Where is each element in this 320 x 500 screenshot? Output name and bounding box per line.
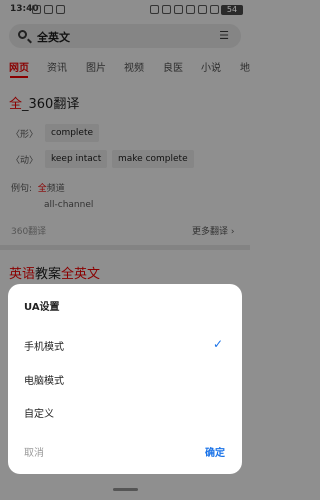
more-translations-link[interactable]: 更多翻译 › — [192, 224, 234, 237]
tab-video[interactable]: 视频 — [124, 59, 144, 74]
search-icon[interactable] — [18, 30, 27, 39]
option-custom[interactable]: 自定义 — [24, 405, 54, 420]
tab-web[interactable]: 网页 — [9, 59, 29, 74]
divider — [0, 245, 250, 250]
tab-images[interactable]: 图片 — [86, 59, 106, 74]
tab-novels[interactable]: 小说 — [201, 59, 221, 74]
check-icon: ✓ — [213, 337, 224, 351]
example-sentence: 例句: 全频道 — [11, 184, 65, 194]
search-input[interactable]: 全英文 — [37, 29, 70, 45]
tab-map[interactable]: 地 — [240, 59, 250, 74]
bluetooth-icon — [174, 5, 183, 14]
tab-underline — [10, 76, 28, 78]
sheet-title: UA设置 — [24, 302, 60, 313]
notification-icon — [32, 5, 41, 14]
tab-doctor[interactable]: 良医 — [163, 59, 183, 74]
result-title[interactable]: 全_360翻译 — [9, 93, 79, 112]
result-title[interactable]: 英语教案全英文 — [9, 263, 100, 282]
cancel-button[interactable]: 取消 — [24, 444, 44, 459]
notification-icon — [56, 5, 65, 14]
source-label: 360翻译 — [11, 227, 47, 237]
pos-label: 〈动〉 — [11, 156, 39, 166]
translation-chip[interactable]: keep intact — [45, 150, 108, 168]
home-indicator[interactable] — [113, 488, 138, 491]
translation-chip[interactable]: make complete — [112, 150, 194, 168]
confirm-button[interactable]: 确定 — [205, 444, 225, 459]
status-bar: 13:40 54 — [0, 0, 250, 20]
data-icon — [210, 5, 219, 14]
battery-icon: 54 — [221, 5, 243, 15]
signal-icon — [186, 5, 195, 14]
wifi-icon — [198, 5, 207, 14]
filter-icon[interactable]: ☰ — [218, 30, 230, 42]
search-bar[interactable]: 全英文 ☰ — [9, 24, 241, 48]
translation-chip[interactable]: complete — [45, 124, 100, 142]
tab-bar: 网页 资讯 图片 视频 良医 小说 地 — [0, 54, 250, 78]
notification-icon — [44, 5, 53, 14]
alarm-icon — [162, 5, 171, 14]
option-desktop-mode[interactable]: 电脑模式 — [24, 372, 64, 387]
tab-news[interactable]: 资讯 — [47, 59, 67, 74]
vibrate-icon — [150, 5, 159, 14]
option-mobile-mode[interactable]: 手机模式 — [24, 338, 64, 353]
pos-label: 〈形〉 — [11, 130, 39, 140]
example-translation: all-channel — [44, 200, 94, 210]
ua-settings-sheet: UA设置 手机模式 ✓ 电脑模式 自定义 取消 确定 — [8, 284, 242, 474]
